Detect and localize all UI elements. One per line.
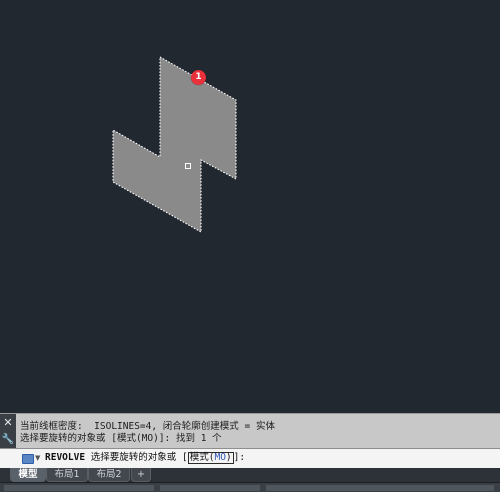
command-history-panel: ✕ 🔧 当前线框密度: ISOLINES=4, 闭合轮廓创建模式 = 实体 选择… [0,413,500,448]
close-icon[interactable]: ✕ [0,415,16,431]
chevron-down-icon[interactable]: ▼ [35,451,40,465]
autocad-window: 1 ✕ 🔧 当前线框密度: ISOLINES=4, 闭合轮廓创建模式 = 实体 … [0,0,500,492]
command-prompt-text: 选择要旋转的对象或 [ [90,452,188,463]
drawing-canvas[interactable] [0,0,500,413]
history-line-1: 当前线框密度: ISOLINES=4, 闭合轮廓创建模式 = 实体 [20,421,275,432]
selected-profile-shape[interactable] [112,56,237,233]
command-prompt-suffix: ]: [233,452,246,463]
tab-model[interactable]: 模型 [10,468,46,482]
status-segment [266,485,494,491]
tab-layout1[interactable]: 布局1 [46,468,88,482]
status-bar [0,482,500,492]
status-segment [160,485,260,491]
command-prompt: REVOLVE 选择要旋转的对象或 [模式(MO)]: [45,452,245,464]
tab-layout2[interactable]: 布局2 [88,468,130,482]
marker-badge: 1 [191,70,206,85]
layout-tabs: 模型 布局1 布局2 + [0,468,500,492]
command-panel-sidebar: ✕ 🔧 [0,414,16,448]
command-input-line[interactable]: ▼ REVOLVE 选择要旋转的对象或 [模式(MO)]: [0,448,500,469]
drawing-viewport[interactable]: 1 [0,0,500,413]
history-line-2: 选择要旋转的对象或 [模式(MO)]: 找到 1 个 [20,433,222,444]
option-label: 模式( [189,452,215,463]
option-close: ) [225,452,232,463]
command-prompt-icon[interactable] [22,454,34,464]
option-mode[interactable]: 模式(MO) [187,452,234,464]
status-segment [4,485,154,491]
add-layout-button[interactable]: + [131,468,151,482]
command-history-text: 当前线框密度: ISOLINES=4, 闭合轮廓创建模式 = 实体 选择要旋转的… [20,421,275,445]
option-key: MO [214,452,226,463]
command-name: REVOLVE [45,452,86,463]
wrench-icon[interactable]: 🔧 [0,432,16,448]
